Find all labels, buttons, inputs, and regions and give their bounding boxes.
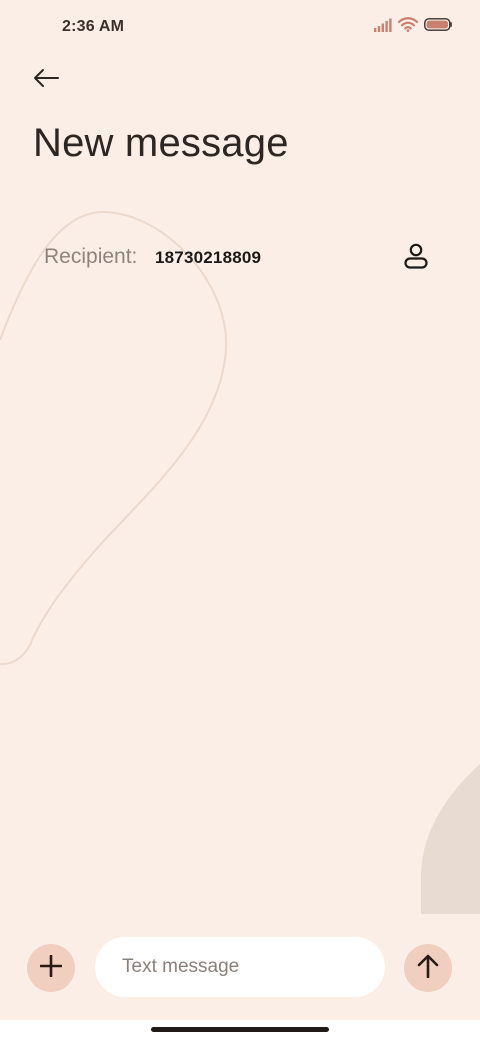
signal-icon	[374, 18, 392, 37]
add-attachment-button[interactable]	[27, 944, 75, 992]
contact-person-icon	[404, 243, 428, 274]
recipient-field[interactable]: 18730218809	[155, 248, 261, 268]
back-button[interactable]	[28, 62, 64, 98]
message-input[interactable]	[122, 937, 372, 997]
recipient-row: Recipient: 18730218809	[44, 238, 440, 278]
message-input-container	[95, 937, 385, 997]
recipient-label: Recipient:	[44, 245, 138, 268]
page-title: New message	[33, 121, 289, 165]
battery-icon	[424, 18, 452, 36]
select-contact-button[interactable]	[396, 238, 436, 278]
status-bar: 2:36 AM	[0, 0, 480, 56]
arrow-left-icon	[33, 68, 59, 93]
home-indicator[interactable]	[151, 1027, 329, 1032]
plus-icon	[39, 954, 63, 982]
send-button[interactable]	[404, 944, 452, 992]
arrow-up-icon	[417, 954, 439, 983]
wifi-icon	[397, 17, 419, 37]
screen: 2:36 AM New message Recipient: 187302188…	[0, 0, 480, 1020]
status-icons	[374, 17, 452, 37]
navigation-bar	[0, 1020, 480, 1040]
status-time: 2:36 AM	[62, 18, 125, 35]
